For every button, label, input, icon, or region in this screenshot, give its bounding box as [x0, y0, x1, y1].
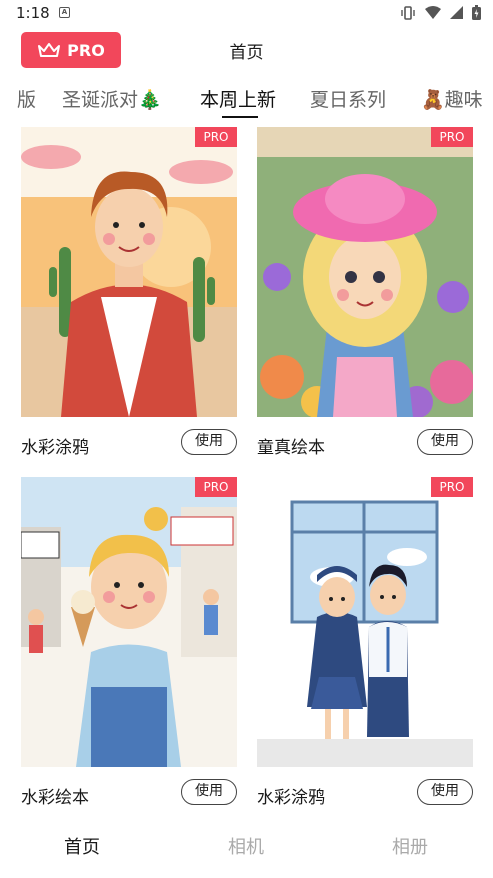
use-button[interactable]: 使用 [181, 779, 237, 805]
bottom-nav: 首页 相机 相册 [0, 820, 493, 870]
category-tabs: 版 圣诞派对🎄 本周上新 夏日系列 🧸趣味 [0, 80, 493, 120]
status-time: 1:18 [16, 4, 50, 22]
card-image[interactable]: PRO [21, 477, 237, 767]
card-image[interactable]: PRO [257, 477, 473, 767]
nav-album[interactable]: 相册 [392, 833, 428, 859]
tab-new-this-week[interactable]: 本周上新 [200, 85, 276, 112]
tab-active-indicator [222, 116, 258, 118]
pro-tag: PRO [431, 127, 473, 147]
nav-home[interactable]: 首页 [64, 833, 100, 859]
status-bar: 1:18 A [0, 0, 493, 28]
use-button[interactable]: 使用 [417, 429, 473, 455]
page-title: 首页 [229, 43, 264, 63]
tab-christmas[interactable]: 圣诞派对🎄 [62, 85, 162, 112]
vibrate-icon [401, 5, 415, 20]
tab-summer[interactable]: 夏日系列 [310, 85, 386, 112]
use-button[interactable]: 使用 [181, 429, 237, 455]
card-image[interactable]: PRO [21, 127, 237, 417]
signal-icon [450, 6, 463, 19]
notification-icon: A [59, 7, 70, 18]
status-icons [400, 5, 481, 20]
use-button[interactable]: 使用 [417, 779, 473, 805]
pro-tag: PRO [431, 477, 473, 497]
card-title: 水彩涂鸦 [257, 788, 325, 808]
tab-partial[interactable]: 版 [17, 85, 36, 112]
nav-camera[interactable]: 相机 [228, 833, 264, 859]
card-title: 水彩涂鸦 [21, 438, 89, 458]
battery-icon [472, 5, 481, 20]
card-title: 水彩绘本 [21, 788, 89, 808]
card-image[interactable]: PRO [257, 127, 473, 417]
wifi-icon [425, 6, 441, 19]
pro-tag: PRO [195, 477, 237, 497]
tab-fun[interactable]: 🧸趣味 [421, 85, 483, 112]
card-title: 童真绘本 [257, 438, 325, 458]
pro-tag: PRO [195, 127, 237, 147]
